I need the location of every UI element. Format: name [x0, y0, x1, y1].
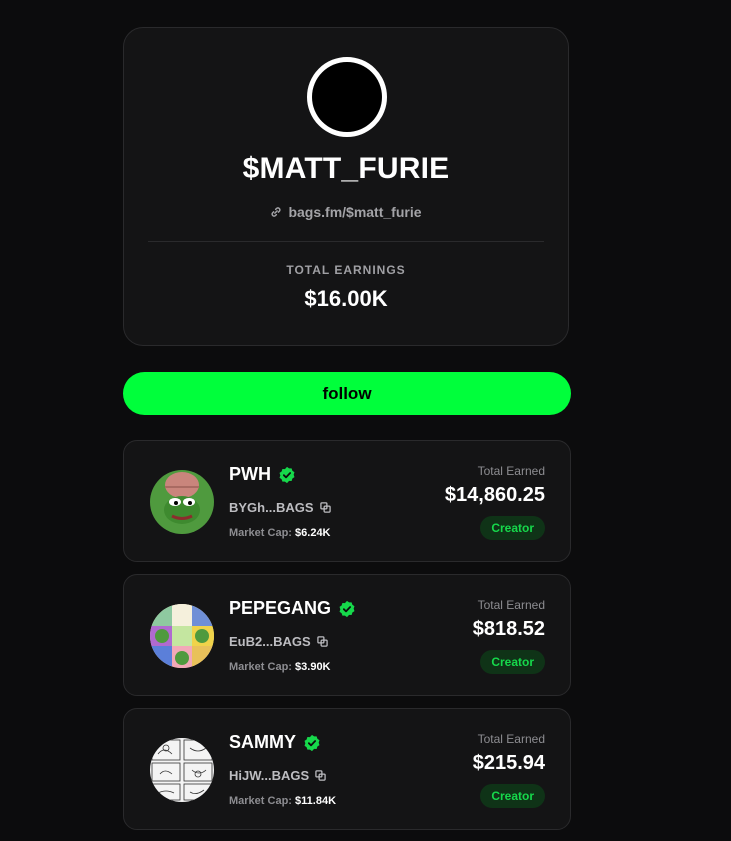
verified-icon — [279, 466, 295, 483]
creator-badge: Creator — [480, 650, 545, 674]
token-address-text: BYGh...BAGS — [229, 500, 314, 515]
market-cap: Market Cap: $11.84K — [229, 795, 336, 807]
total-earnings-value: $16.00K — [304, 286, 388, 311]
token-address-text: HiJW...BAGS — [229, 768, 310, 783]
token-name-text: SAMMY — [229, 732, 296, 752]
token-address-text: EuB2...BAGS — [229, 634, 311, 649]
token-name: PWH — [229, 464, 296, 485]
market-cap-label: Market Cap: — [229, 661, 292, 673]
token-address: EuB2...BAGS — [229, 634, 328, 649]
token-avatar — [150, 738, 214, 802]
market-cap: Market Cap: $3.90K — [229, 661, 331, 673]
total-earned-value: $215.94 — [472, 752, 545, 774]
copy-icon[interactable] — [319, 502, 331, 513]
verified-icon — [304, 734, 320, 751]
token-address: HiJW...BAGS — [229, 768, 326, 783]
total-earned-value: $818.52 — [472, 618, 545, 640]
verified-icon — [339, 600, 355, 617]
profile-link[interactable]: bags.fm/$matt_furie — [124, 204, 568, 220]
token-name: SAMMY — [229, 732, 321, 753]
token-address: BYGh...BAGS — [229, 500, 331, 515]
profile-card: $MATT_FURIE bags.fm/$matt_furie TOTAL EA… — [123, 27, 569, 346]
follow-button[interactable]: follow — [123, 372, 571, 415]
creator-badge: Creator — [480, 516, 545, 540]
profile-link-text: bags.fm/$matt_furie — [288, 204, 422, 220]
copy-icon[interactable] — [316, 636, 328, 647]
token-card[interactable]: PEPEGANG EuB2...BAGS Market Cap: $3.90K … — [123, 574, 571, 696]
token-avatar — [150, 470, 214, 534]
total-earned-value: $14,860.25 — [444, 484, 545, 506]
token-card[interactable]: PWH BYGh...BAGS Market Cap: $6.24K Total… — [123, 440, 571, 562]
profile-name: $MATT_FURIE — [242, 152, 450, 185]
market-cap-value: $11.84K — [295, 795, 337, 807]
market-cap-value: $6.24K — [295, 527, 331, 539]
token-avatar — [150, 604, 214, 668]
copy-icon[interactable] — [315, 770, 326, 781]
link-icon — [271, 207, 282, 217]
total-earned-label: Total Earned — [477, 598, 545, 612]
total-earned-label: Total Earned — [477, 732, 545, 746]
token-card[interactable]: SAMMY HiJW...BAGS Market Cap: $11.84K To… — [123, 708, 571, 830]
divider — [148, 241, 544, 242]
total-earned-label: Total Earned — [477, 464, 545, 478]
profile-avatar — [307, 57, 387, 137]
market-cap-value: $3.90K — [295, 661, 331, 673]
market-cap-label: Market Cap: — [229, 527, 292, 539]
creator-badge: Creator — [480, 784, 545, 808]
market-cap: Market Cap: $6.24K — [229, 527, 331, 539]
total-earnings-label: TOTAL EARNINGS — [286, 263, 406, 277]
token-name-text: PWH — [229, 464, 271, 484]
token-name-text: PEPEGANG — [229, 598, 332, 618]
market-cap-label: Market Cap: — [229, 795, 292, 807]
token-name: PEPEGANG — [229, 598, 356, 619]
